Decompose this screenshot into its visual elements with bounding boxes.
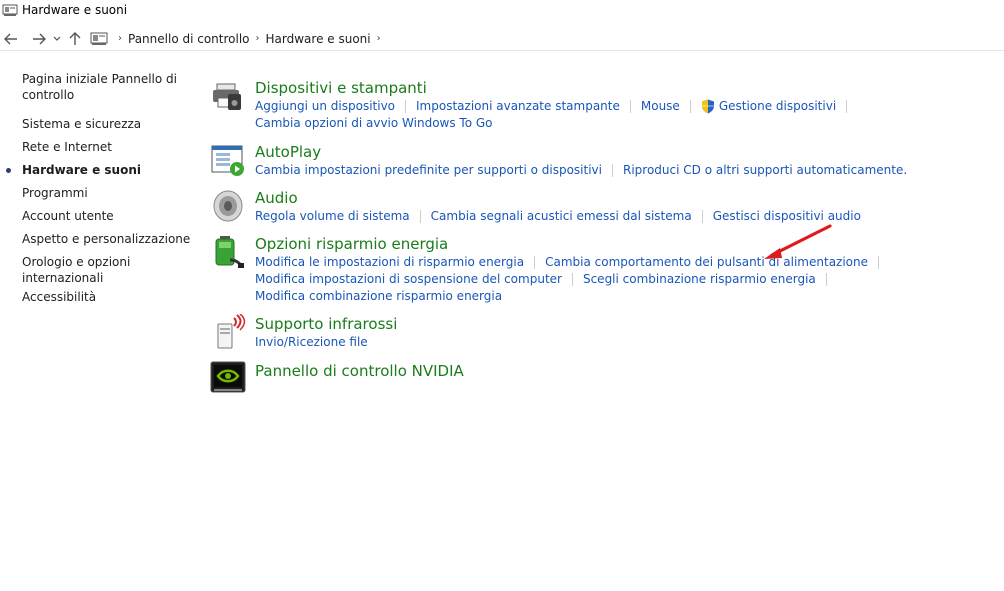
back-button[interactable] (0, 28, 22, 50)
sidebar-item-clock-region[interactable]: Orologio e opzioni internazionali (22, 254, 130, 286)
navigation-bar: › Pannello di controllo › Hardware e suo… (0, 27, 1004, 51)
title-bar: Hardware e suoni (0, 0, 1004, 20)
category-title-devices-printers[interactable]: Dispositivi e stampanti (255, 78, 995, 98)
link-change-sleep-settings[interactable]: Modifica impostazioni di sospensione del… (255, 271, 562, 288)
divider (689, 100, 691, 113)
link-advanced-printer-settings[interactable]: Impostazioni avanzate stampante (416, 98, 620, 115)
up-button[interactable] (64, 28, 86, 50)
link-play-cd-automatically[interactable]: Riproduci CD o altri supporti automatica… (623, 162, 907, 179)
control-panel-hardware-icon (90, 32, 108, 45)
uac-shield-icon (701, 99, 714, 114)
forward-button[interactable] (28, 28, 50, 50)
link-send-receive-files[interactable]: Invio/Ricezione file (255, 334, 368, 351)
link-change-system-sounds[interactable]: Cambia segnali acustici emessi dal siste… (431, 208, 692, 225)
divider (878, 256, 880, 269)
chevron-right-icon: › (118, 33, 122, 44)
sidebar-item-label: Hardware e suoni (22, 163, 141, 177)
divider (405, 100, 407, 113)
chevron-right-icon[interactable]: › (377, 33, 381, 44)
breadcrumb-hardware-sound[interactable]: Hardware e suoni (266, 32, 371, 46)
arrow-left-icon (4, 33, 17, 44)
arrow-up-icon (69, 31, 81, 45)
category-title-nvidia[interactable]: Pannello di controllo NVIDIA (255, 361, 995, 381)
arrow-right-icon (33, 33, 46, 44)
address-bar[interactable]: › Pannello di controllo › Hardware e suo… (90, 28, 387, 50)
sidebar-item-system-security[interactable]: Sistema e sicurezza (22, 116, 141, 132)
sidebar-item-user-accounts[interactable]: Account utente (22, 208, 114, 224)
breadcrumb-control-panel[interactable]: Pannello di controllo (128, 32, 250, 46)
divider (611, 164, 613, 177)
divider (825, 273, 827, 286)
category-title-audio[interactable]: Audio (255, 188, 995, 208)
divider (571, 273, 573, 286)
nvidia-icon (210, 361, 246, 393)
autoplay-icon (211, 145, 244, 176)
sidebar-item-programs[interactable]: Programmi (22, 185, 88, 201)
sidebar-item-accessibility[interactable]: Accessibilità (22, 289, 96, 305)
sidebar-item-home[interactable]: Pagina iniziale Pannello di controllo (22, 71, 177, 103)
printer-icon (213, 83, 241, 110)
link-adjust-system-volume[interactable]: Regola volume di sistema (255, 208, 410, 225)
recent-locations-button[interactable] (50, 28, 64, 50)
sidebar-item-label: Pagina iniziale Pannello di (22, 72, 177, 86)
sidebar-item-label: Orologio e opzioni (22, 255, 131, 269)
chevron-right-icon[interactable]: › (256, 33, 260, 44)
sidebar-item-hardware-sound[interactable]: Hardware e suoni (6, 162, 141, 178)
divider (629, 100, 631, 113)
annotation-arrow-icon (764, 224, 832, 259)
current-page-bullet (6, 168, 11, 173)
chevron-down-icon (53, 36, 61, 41)
divider (419, 210, 421, 223)
link-mouse[interactable]: Mouse (641, 98, 680, 115)
link-add-device[interactable]: Aggiungi un dispositivo (255, 98, 395, 115)
control-panel-hardware-icon (2, 4, 18, 16)
link-edit-power-plan[interactable]: Modifica combinazione risparmio energia (255, 288, 502, 305)
link-device-manager[interactable]: Gestione dispositivi (719, 98, 836, 115)
link-change-power-settings[interactable]: Modifica le impostazioni di risparmio en… (255, 254, 524, 271)
category-title-autoplay[interactable]: AutoPlay (255, 142, 995, 162)
infrared-icon (217, 314, 246, 349)
link-change-default-media-settings[interactable]: Cambia impostazioni predefinite per supp… (255, 162, 602, 179)
divider (534, 256, 536, 269)
sidebar-item-label: controllo (22, 88, 75, 102)
divider (701, 210, 703, 223)
window-title: Hardware e suoni (22, 3, 128, 17)
sidebar-item-label: internazionali (22, 271, 104, 285)
link-windows-to-go[interactable]: Cambia opzioni di avvio Windows To Go (255, 115, 493, 132)
battery-icon (215, 236, 244, 268)
sidebar-item-network-internet[interactable]: Rete e Internet (22, 139, 112, 155)
sidebar-item-appearance[interactable]: Aspetto e personalizzazione (22, 231, 190, 247)
divider (846, 100, 848, 113)
link-choose-power-plan[interactable]: Scegli combinazione risparmio energia (583, 271, 816, 288)
category-title-power-options[interactable]: Opzioni risparmio energia (255, 234, 995, 254)
speaker-icon (213, 190, 243, 222)
category-title-infrared[interactable]: Supporto infrarossi (255, 314, 995, 334)
